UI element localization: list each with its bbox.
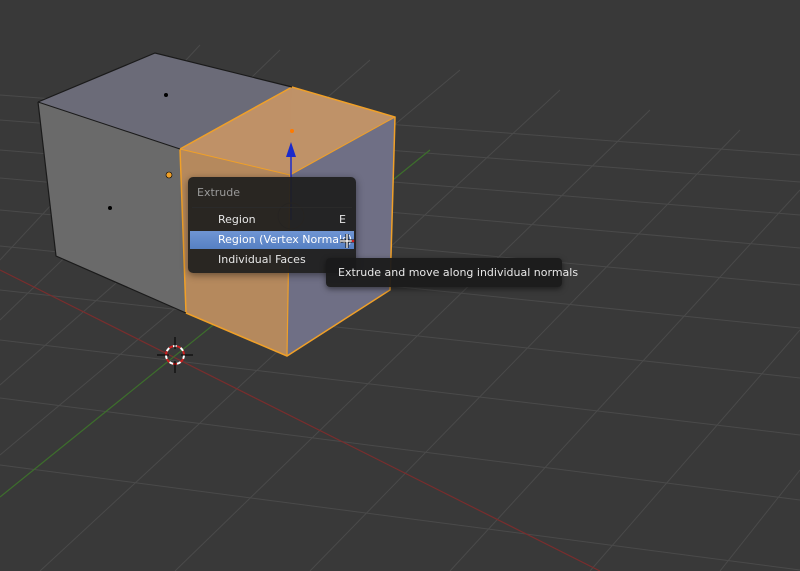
menu-item-label: Individual Faces bbox=[218, 253, 306, 266]
tooltip: Extrude and move along individual normal… bbox=[326, 258, 578, 287]
menu-item-shortcut: E bbox=[339, 213, 346, 226]
menu-title: Extrude bbox=[197, 186, 241, 199]
mouse-cursor-icon bbox=[340, 234, 355, 248]
menu-separator bbox=[192, 207, 352, 208]
tooltip-text: Extrude and move along individual normal… bbox=[338, 266, 579, 279]
menu-item-region[interactable]: Region E bbox=[190, 211, 354, 229]
menu-item-label: Region (Vertex Normals) bbox=[218, 233, 353, 246]
menu-item-region-vertex-normals[interactable]: Region (Vertex Normals) bbox=[190, 231, 354, 249]
3d-cursor-icon[interactable] bbox=[157, 337, 193, 373]
menu-item-label: Region bbox=[218, 213, 256, 226]
